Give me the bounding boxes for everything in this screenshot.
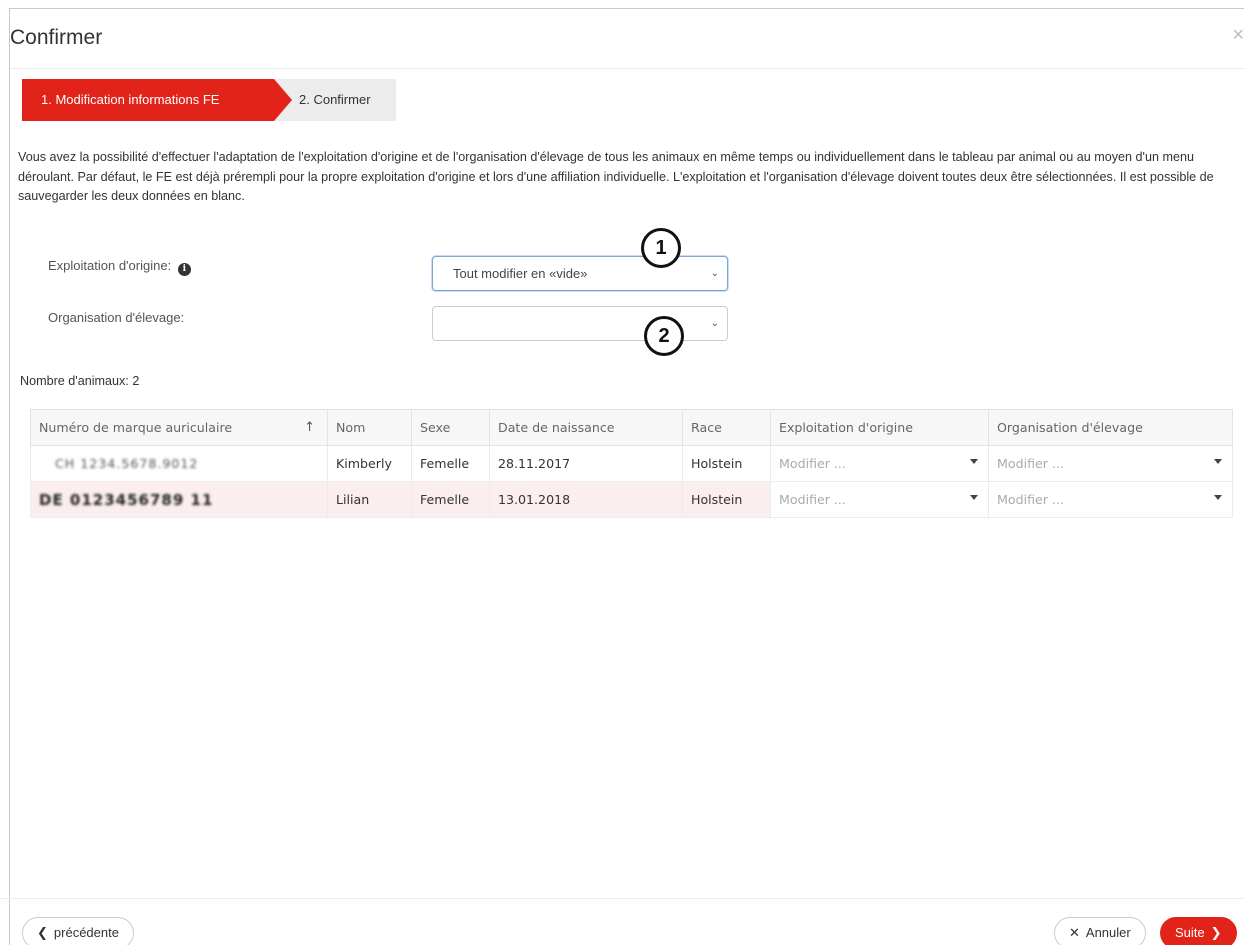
caret-down-icon	[970, 459, 978, 464]
sex-cell: Femelle	[411, 445, 490, 482]
breed-cell: Holstein	[682, 445, 771, 482]
animals-table: Numéro de marque auriculaire ↑ Nom Sexe …	[30, 409, 1233, 518]
breeding-label: Organisation d'élevage:	[48, 310, 185, 325]
cancel-label: Annuler	[1085, 925, 1131, 940]
previous-label: précédente	[53, 925, 119, 940]
dialog-title: Confirmer	[10, 26, 103, 49]
col-header-label: Numéro de marque auriculaire	[39, 420, 233, 435]
cancel-button[interactable]: ✕ Annuler	[1054, 917, 1146, 945]
ear-tag-value: DE 0123456789 11	[39, 490, 214, 509]
chevron-down-icon: ⌄	[710, 318, 719, 329]
ear-tag-cell: CH 1234.5678.9012	[30, 445, 328, 482]
caret-down-icon	[1214, 459, 1222, 464]
sort-ascending-icon[interactable]: ↑	[304, 420, 315, 435]
previous-button[interactable]: ❮ précédente	[22, 917, 134, 945]
col-header-name[interactable]: Nom	[327, 409, 412, 446]
col-header-org[interactable]: Organisation d'élevage	[988, 409, 1233, 446]
step-modification[interactable]: 1. Modification informations FE	[22, 79, 274, 121]
step-confirm[interactable]: 2. Confirmer	[274, 79, 396, 121]
col-header-ear-tag[interactable]: Numéro de marque auriculaire ↑	[30, 409, 328, 446]
intro-text: Vous avez la possibilité d'effectuer l'a…	[18, 150, 1214, 203]
origin-label: Exploitation d'origine: i	[48, 258, 191, 276]
close-icon[interactable]: ×	[1232, 25, 1244, 45]
arrow-left-circle-icon: ❮	[37, 925, 48, 940]
origin-select-value: Tout modifier en «vide»	[453, 266, 588, 281]
birth-cell: 28.11.2017	[489, 445, 683, 482]
name-cell: Lilian	[327, 481, 412, 518]
close-icon: ✕	[1069, 925, 1080, 940]
ear-tag-cell: DE 0123456789 11	[30, 481, 328, 518]
ear-tag-value: CH 1234.5678.9012	[55, 456, 199, 471]
origin-dropdown[interactable]: Modifier ...	[770, 445, 989, 482]
origin-label-text: Exploitation d'origine:	[48, 258, 172, 273]
origin-dropdown[interactable]: Modifier ...	[770, 481, 989, 518]
col-header-sex[interactable]: Sexe	[411, 409, 490, 446]
sex-cell: Femelle	[411, 481, 490, 518]
table-row[interactable]: CH 1234.5678.9012 Kimberly Femelle 28.11…	[30, 445, 1233, 482]
col-header-breed[interactable]: Race	[682, 409, 771, 446]
dialog-header: Confirmer ×	[10, 9, 1244, 69]
org-dropdown[interactable]: Modifier ...	[988, 481, 1233, 518]
callout-marker-2: 2	[644, 316, 684, 356]
caret-down-icon	[970, 495, 978, 500]
table-row[interactable]: DE 0123456789 11 Lilian Femelle 13.01.20…	[30, 481, 1233, 518]
arrow-right-circle-icon: ❯	[1210, 925, 1222, 940]
table-header-row: Numéro de marque auriculaire ↑ Nom Sexe …	[30, 409, 1233, 446]
org-dropdown-placeholder: Modifier ...	[997, 492, 1064, 507]
org-dropdown[interactable]: Modifier ...	[988, 445, 1233, 482]
origin-select[interactable]: Tout modifier en «vide» ⌄	[432, 256, 728, 291]
next-button[interactable]: Suite ❯	[1160, 917, 1237, 945]
col-header-origin[interactable]: Exploitation d'origine	[770, 409, 989, 446]
wizard-steps: 2. Confirmer 1. Modification information…	[22, 79, 396, 121]
col-header-birth[interactable]: Date de naissance	[489, 409, 683, 446]
org-dropdown-placeholder: Modifier ...	[997, 456, 1064, 471]
animal-count-value: 2	[132, 374, 140, 388]
origin-dropdown-placeholder: Modifier ...	[779, 456, 846, 471]
caret-down-icon	[1214, 495, 1222, 500]
info-circle-icon[interactable]: i	[177, 263, 191, 276]
name-cell: Kimberly	[327, 445, 412, 482]
origin-dropdown-placeholder: Modifier ...	[779, 492, 846, 507]
next-label: Suite	[1175, 925, 1205, 940]
animal-count: Nombre d'animaux: 2	[20, 374, 139, 388]
chevron-down-icon: ⌄	[710, 268, 719, 279]
birth-cell: 13.01.2018	[489, 481, 683, 518]
callout-marker-1: 1	[641, 228, 681, 268]
footer-divider	[0, 898, 1244, 899]
animal-count-label: Nombre d'animaux:	[20, 374, 129, 388]
breed-cell: Holstein	[682, 481, 771, 518]
step-arrow	[274, 79, 292, 121]
